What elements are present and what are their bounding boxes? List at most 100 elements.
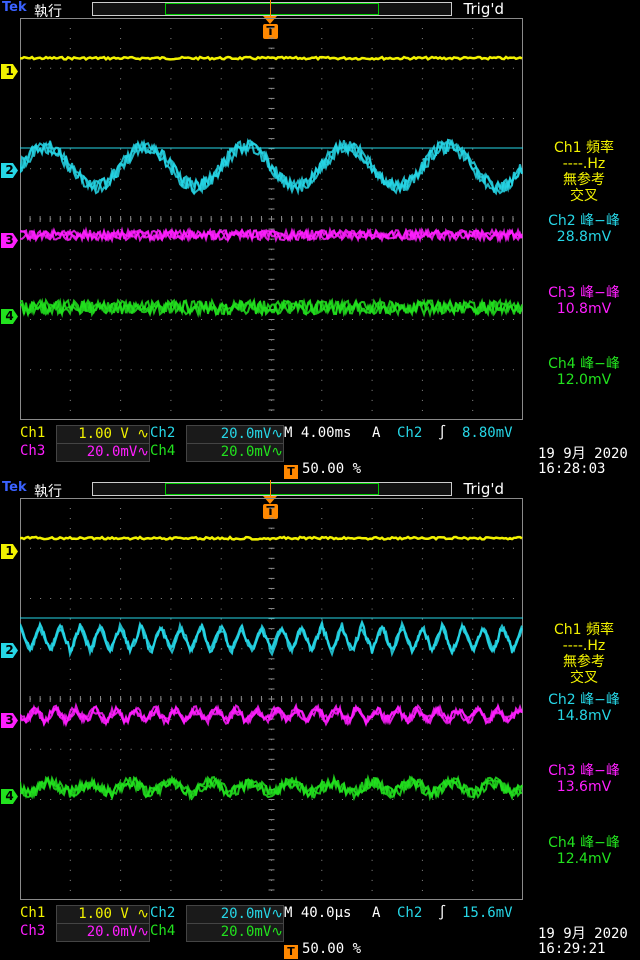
ch2-scale-value: 20.0mV: [220, 906, 272, 922]
ch1-scale[interactable]: 1.00 V ∿: [56, 425, 150, 444]
date: 19 9月 2020: [538, 446, 628, 462]
timebase[interactable]: M 4.00ms: [284, 425, 351, 442]
top-bar: Tek 執行 Trig'd: [0, 0, 640, 20]
waveform-display: [20, 498, 523, 900]
measurement-ch3: Ch3 峰−峰 13.6mV: [528, 763, 640, 795]
ch1-trace: [20, 535, 523, 541]
measurement-note: 無参考: [563, 654, 605, 670]
ch3-marker[interactable]: 3: [1, 233, 18, 248]
acquire-mode: A: [372, 905, 381, 921]
measurement-value: 13.6mV: [556, 779, 612, 795]
measurement-title: Ch3 峰−峰: [548, 285, 620, 301]
ch4-scale-value: 20.0mV: [220, 924, 272, 940]
scope-panel-2: Tek 執行 Trig'd T 1 2 3 4 Ch1 頻率 ----.Hz 無…: [0, 480, 640, 960]
trigger-slope-icon: ∫: [438, 425, 447, 441]
status-row-2: Ch3 20.0mV∿ Ch4 20.0mV∿: [0, 923, 530, 942]
ch3-scale[interactable]: 20.0mV∿: [56, 923, 150, 942]
tek-logo: Tek: [2, 0, 27, 15]
ch2-scale[interactable]: 20.0mV∿: [186, 905, 284, 924]
ch3-trace: [20, 702, 523, 728]
trigger-source[interactable]: Ch2: [397, 425, 422, 442]
ch1-scale-value: 1.00 V: [78, 426, 129, 442]
top-bar: Tek 執行 Trig'd: [0, 480, 640, 500]
measurement-title: Ch1 頻率: [553, 140, 614, 156]
ch4-marker[interactable]: 4: [1, 309, 18, 324]
graticule: [20, 18, 523, 420]
timestamp: 19 9月 2020 16:28:03: [538, 447, 628, 477]
ch3-scale[interactable]: 20.0mV∿: [56, 443, 150, 462]
ch4-scale-value: 20.0mV: [220, 444, 272, 460]
ch2-label[interactable]: Ch2: [150, 425, 175, 442]
measurement-ch2: Ch2 峰−峰 14.8mV: [528, 692, 640, 724]
status-row-1: Ch1 1.00 V ∿ Ch2 20.0mV∿ M 4.00ms A Ch2 …: [0, 425, 530, 444]
measurement-value: 12.0mV: [556, 372, 612, 388]
ch1-label[interactable]: Ch1: [20, 905, 45, 922]
trigger-position[interactable]: T 50.00 %: [284, 941, 362, 959]
trigger-status: Trig'd: [463, 0, 504, 18]
measurement-note: 交叉: [570, 670, 598, 686]
ch4-marker[interactable]: 4: [1, 789, 18, 804]
measurement-value: 14.8mV: [556, 708, 612, 724]
ch2-trace: [20, 618, 523, 658]
ch2-marker[interactable]: 2: [1, 643, 18, 658]
measurement-title: Ch1 頻率: [553, 622, 614, 638]
measurement-note: 交叉: [570, 188, 598, 204]
ch4-scale[interactable]: 20.0mV∿: [186, 443, 284, 462]
status-row-1: Ch1 1.00 V ∿ Ch2 20.0mV∿ M 40.0µs A Ch2 …: [0, 905, 530, 924]
ch4-scale[interactable]: 20.0mV∿: [186, 923, 284, 942]
waveform-display: [20, 18, 523, 420]
measurement-title: Ch2 峰−峰: [548, 692, 620, 708]
timestamp: 19 9月 2020 16:29:21: [538, 927, 628, 957]
measurement-title: Ch3 峰−峰: [548, 763, 620, 779]
measurement-ch4: Ch4 峰−峰 12.0mV: [528, 356, 640, 388]
measurement-value: ----.Hz: [562, 156, 606, 172]
tek-logo: Tek: [2, 480, 27, 495]
ch2-scale[interactable]: 20.0mV∿: [186, 425, 284, 444]
ch4-label[interactable]: Ch4: [150, 923, 175, 940]
date: 19 9月 2020: [538, 926, 628, 942]
measurement-title: Ch4 峰−峰: [548, 835, 620, 851]
trigger-position-icon: T: [284, 465, 298, 479]
ch3-label[interactable]: Ch3: [20, 923, 45, 940]
ch3-marker[interactable]: 3: [1, 713, 18, 728]
trigger-position-value: 50.00 %: [302, 461, 362, 477]
acquire-mode: A: [372, 425, 381, 441]
ch4-label[interactable]: Ch4: [150, 443, 175, 460]
measurement-ch4: Ch4 峰−峰 12.4mV: [528, 835, 640, 867]
graticule: [20, 498, 523, 900]
record-center-marker: [270, 480, 271, 496]
timebase[interactable]: M 40.0µs: [284, 905, 351, 922]
measurement-value: 12.4mV: [556, 851, 612, 867]
measurement-ch3: Ch3 峰−峰 10.8mV: [528, 285, 640, 317]
ch1-label[interactable]: Ch1: [20, 425, 45, 442]
ch2-label[interactable]: Ch2: [150, 905, 175, 922]
trigger-level[interactable]: 15.6mV: [462, 905, 513, 922]
measurement-value: 10.8mV: [556, 301, 612, 317]
measurement-value: 28.8mV: [556, 229, 612, 245]
time: 16:29:21: [538, 941, 606, 957]
trigger-source[interactable]: Ch2: [397, 905, 422, 922]
measurement-title: Ch2 峰−峰: [548, 213, 620, 229]
status-row-2: Ch3 20.0mV∿ Ch4 20.0mV∿: [0, 443, 530, 462]
ch4-trace: [20, 296, 523, 319]
record-window: [165, 3, 379, 15]
ch1-marker[interactable]: 1: [1, 64, 18, 79]
trigger-level[interactable]: 8.80mV: [462, 425, 513, 442]
measurement-ch1: Ch1 頻率 ----.Hz 無参考 交叉: [528, 622, 640, 686]
ch2-scale-value: 20.0mV: [220, 426, 272, 442]
ch3-scale-value: 20.0mV: [86, 924, 138, 940]
record-center-marker: [270, 0, 271, 16]
ch1-scale-value: 1.00 V: [78, 906, 129, 922]
trigger-position[interactable]: T 50.00 %: [284, 461, 362, 479]
measurement-ch1: Ch1 頻率 ----.Hz 無参考 交叉: [528, 140, 640, 204]
ch3-label[interactable]: Ch3: [20, 443, 45, 460]
ch1-scale[interactable]: 1.00 V ∿: [56, 905, 150, 924]
trigger-position-value: 50.00 %: [302, 941, 362, 957]
time: 16:28:03: [538, 461, 606, 477]
measurement-value: ----.Hz: [562, 638, 606, 654]
scope-panel-1: Tek 執行 Trig'd T 1 2 3 4 Ch1 頻率 ----.Hz 無…: [0, 0, 640, 480]
ch2-marker[interactable]: 2: [1, 163, 18, 178]
ch1-marker[interactable]: 1: [1, 544, 18, 559]
trigger-position-icon: T: [284, 945, 298, 959]
measurement-title: Ch4 峰−峰: [548, 356, 620, 372]
